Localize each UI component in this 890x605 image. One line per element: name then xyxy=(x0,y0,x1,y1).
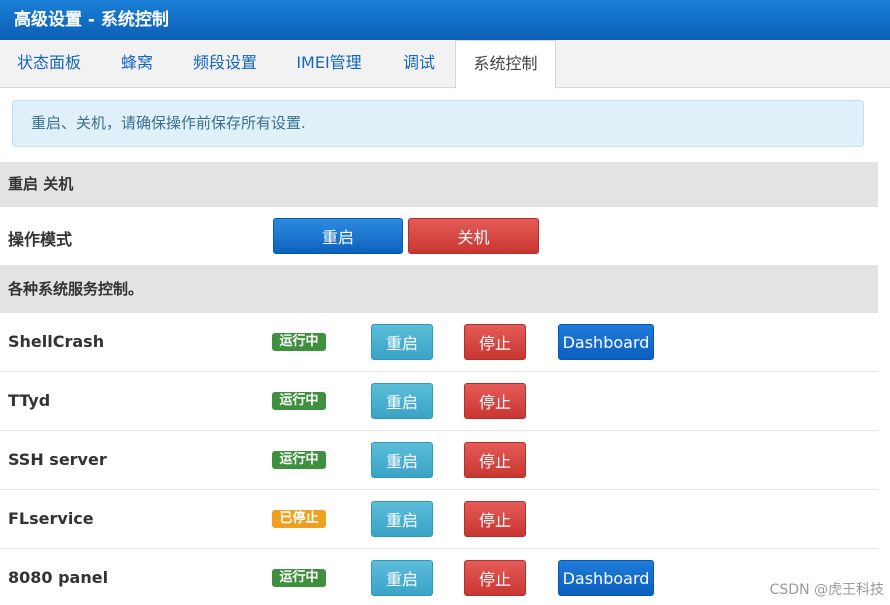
status-badge: 运行中 xyxy=(272,451,326,469)
save-settings-notice: 重启、关机，请确保操作前保存所有设置. xyxy=(12,100,864,147)
operation-mode-row: 操作模式 重启 关机 xyxy=(0,207,878,266)
service-row: SSH server 运行中 重启 停止 xyxy=(0,431,878,490)
tab-imei-management[interactable]: IMEI管理 xyxy=(274,40,384,88)
restart-button[interactable]: 重启 xyxy=(371,442,433,478)
status-badge: 运行中 xyxy=(272,569,326,587)
service-name: SSH server xyxy=(8,450,107,469)
shutdown-button[interactable]: 关机 xyxy=(408,218,539,254)
watermark: CSDN @虎王科技 xyxy=(769,582,884,598)
service-row: 8080 panel 运行中 重启 停止 Dashboard xyxy=(0,549,878,605)
service-name: 8080 panel xyxy=(8,568,109,587)
status-badge: 运行中 xyxy=(272,392,326,410)
service-name: TTyd xyxy=(8,391,51,410)
restart-button[interactable]: 重启 xyxy=(371,324,433,360)
stop-button[interactable]: 停止 xyxy=(464,560,526,596)
tab-system-control[interactable]: 系统控制 xyxy=(455,40,556,89)
window-title: 高级设置 - 系统控制 xyxy=(0,0,890,40)
service-name: ShellCrash xyxy=(8,332,105,351)
operation-mode-label: 操作模式 xyxy=(8,230,73,249)
dashboard-button[interactable]: Dashboard xyxy=(558,324,654,360)
tab-bar: 状态面板 蜂窝 频段设置 IMEI管理 调试 系统控制 xyxy=(0,40,890,89)
power-section-header: 重启 关机 xyxy=(0,162,878,207)
tab-status-panel[interactable]: 状态面板 xyxy=(0,40,98,88)
service-name: FLservice xyxy=(8,509,94,528)
tab-cellular[interactable]: 蜂窝 xyxy=(98,40,176,88)
reboot-button[interactable]: 重启 xyxy=(273,218,403,254)
stop-button[interactable]: 停止 xyxy=(464,324,526,360)
restart-button[interactable]: 重启 xyxy=(371,383,433,419)
stop-button[interactable]: 停止 xyxy=(464,383,526,419)
tab-debug[interactable]: 调试 xyxy=(384,40,454,88)
service-row: FLservice 已停止 重启 停止 xyxy=(0,490,878,549)
status-badge: 已停止 xyxy=(272,510,326,528)
restart-button[interactable]: 重启 xyxy=(371,501,433,537)
services-section-header: 各种系统服务控制。 xyxy=(0,266,878,313)
service-row: ShellCrash 运行中 重启 停止 Dashboard xyxy=(0,313,878,372)
stop-button[interactable]: 停止 xyxy=(464,442,526,478)
restart-button[interactable]: 重启 xyxy=(371,560,433,596)
service-row: TTyd 运行中 重启 停止 xyxy=(0,372,878,431)
dashboard-button[interactable]: Dashboard xyxy=(558,560,654,596)
status-badge: 运行中 xyxy=(272,333,326,351)
tab-band-settings[interactable]: 频段设置 xyxy=(176,40,274,88)
stop-button[interactable]: 停止 xyxy=(464,501,526,537)
